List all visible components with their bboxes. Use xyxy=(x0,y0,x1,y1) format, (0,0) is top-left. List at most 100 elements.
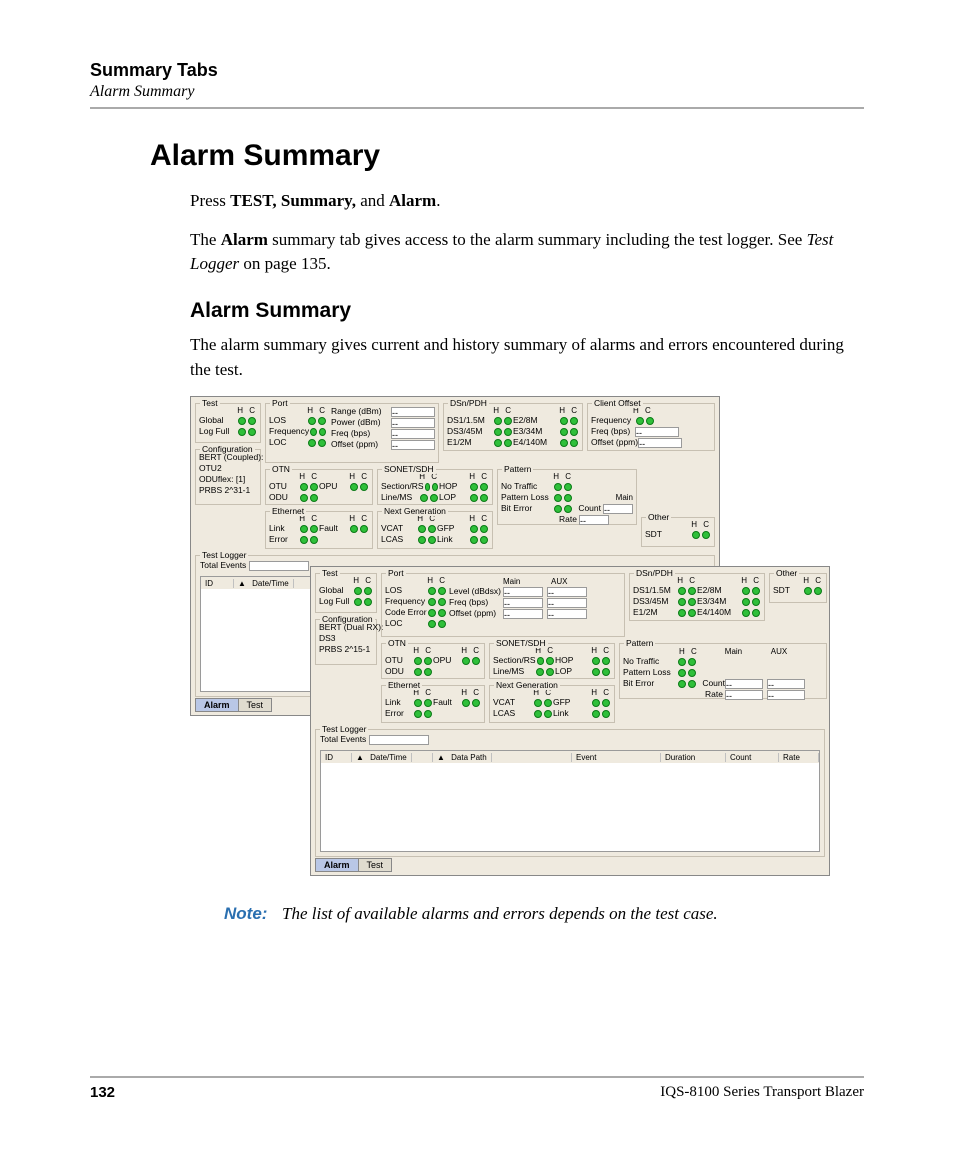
level-main-field[interactable]: -- xyxy=(503,587,543,597)
col-id-2[interactable]: ID xyxy=(321,753,352,762)
freq-field[interactable]: -- xyxy=(391,429,435,439)
led-icon xyxy=(310,525,318,533)
led-icon xyxy=(432,483,438,491)
led-icon xyxy=(480,536,488,544)
count-field[interactable]: -- xyxy=(603,504,633,514)
led-icon xyxy=(428,587,436,595)
total-events-field[interactable] xyxy=(249,561,309,571)
header-rule xyxy=(90,107,864,109)
led-icon xyxy=(318,439,326,447)
group-port-2: Port H C LOS Frequency Code Error LOC Ma… xyxy=(381,573,625,637)
led-icon xyxy=(418,525,426,533)
total-events-field-2[interactable] xyxy=(369,735,429,745)
col-id[interactable]: ID xyxy=(201,579,234,588)
led-icon xyxy=(752,609,760,617)
page-header: Summary Tabs Alarm Summary xyxy=(90,60,864,101)
led-icon xyxy=(364,598,372,606)
tab-alarm-2[interactable]: Alarm xyxy=(315,858,359,872)
tab-test-2[interactable]: Test xyxy=(358,858,393,872)
group-test-2: Test H C Global Log Full xyxy=(315,573,377,613)
group-dsnpdh-2: DSn/PDH H C DS1/1.5M DS3/45M E1/2M H C E… xyxy=(629,573,765,621)
led-icon xyxy=(472,657,480,665)
count-main-field[interactable]: -- xyxy=(725,679,763,689)
led-icon xyxy=(688,587,696,595)
group-port: Port H C LOS Frequency LOC Range (dBm)--… xyxy=(265,403,439,463)
header-chapter: Summary Tabs xyxy=(90,60,864,81)
led-icon xyxy=(546,668,554,676)
led-icon xyxy=(564,483,572,491)
alarm-window-2: Test H C Global Log Full Configuration B… xyxy=(310,566,830,876)
col-duration-2[interactable]: Duration xyxy=(661,753,726,762)
freq-main-field[interactable]: -- xyxy=(503,598,543,608)
group-other-2: Other H C SDT xyxy=(769,573,827,603)
rate-aux-field[interactable]: -- xyxy=(767,690,805,700)
col-datetime[interactable]: ▲ Date/Time xyxy=(234,579,313,588)
led-icon xyxy=(494,417,502,425)
offset-aux-field[interactable]: -- xyxy=(547,609,587,619)
group-configuration-2: Configuration BERT (Dual RX): DS3 PRBS 2… xyxy=(315,619,377,665)
led-icon xyxy=(592,657,600,665)
count-aux-field[interactable]: -- xyxy=(767,679,805,689)
led-icon xyxy=(494,428,502,436)
led-icon xyxy=(554,505,562,513)
group-client-offset: Client Offset H C Frequency Freq (bps)--… xyxy=(587,403,715,451)
tab-bar-1: Alarm Test xyxy=(195,698,271,712)
led-icon xyxy=(360,525,368,533)
led-icon xyxy=(300,525,308,533)
col-count-2[interactable]: Count xyxy=(726,753,779,762)
led-icon xyxy=(804,587,812,595)
level-aux-field[interactable]: -- xyxy=(547,587,587,597)
group-otn-2: OTN H C OTU ODU H C OPU xyxy=(381,643,485,679)
led-icon xyxy=(602,657,610,665)
note-label: Note: xyxy=(224,904,282,924)
led-icon xyxy=(308,417,316,425)
rate-field[interactable]: -- xyxy=(579,515,609,525)
power-field[interactable]: -- xyxy=(391,418,435,428)
freq-aux-field[interactable]: -- xyxy=(547,598,587,608)
range-field[interactable]: -- xyxy=(391,407,435,417)
col-rate-2[interactable]: Rate xyxy=(779,753,819,762)
led-icon xyxy=(300,494,308,502)
led-icon xyxy=(310,483,318,491)
led-icon xyxy=(742,587,750,595)
col-datetime-2[interactable]: ▲ Date/Time xyxy=(352,753,433,762)
led-icon xyxy=(537,657,545,665)
offset-ppm-field[interactable]: -- xyxy=(638,438,682,448)
led-icon xyxy=(238,428,246,436)
freq-bps-field[interactable]: -- xyxy=(635,427,679,437)
led-icon xyxy=(470,525,478,533)
led-icon xyxy=(438,598,446,606)
led-icon xyxy=(310,428,317,436)
test-logger-2: Test Logger Total Events ID ▲ Date/Time … xyxy=(315,729,825,857)
tab-test[interactable]: Test xyxy=(238,698,273,712)
led-icon xyxy=(438,587,446,595)
led-icon xyxy=(554,494,562,502)
group-ethernet-2: Ethernet H C Link Error H C Fault xyxy=(381,685,485,723)
led-icon xyxy=(554,483,562,491)
led-icon xyxy=(814,587,822,595)
screenshot-stack: Test H C Global Log Full Configuration B… xyxy=(190,396,830,886)
tab-alarm[interactable]: Alarm xyxy=(195,698,239,712)
group-pattern: Pattern H C No Traffic Pattern LossMain … xyxy=(497,469,637,525)
led-icon xyxy=(414,657,422,665)
offset-field[interactable]: -- xyxy=(391,440,435,450)
led-icon xyxy=(494,439,502,447)
group-dsnpdh: DSn/PDH H C DS1/1.5M DS3/45M E1/2M H C E… xyxy=(443,403,583,451)
led-icon xyxy=(420,494,428,502)
led-icon xyxy=(470,483,478,491)
offset-main-field[interactable]: -- xyxy=(503,609,543,619)
led-icon xyxy=(564,505,572,513)
led-icon xyxy=(310,536,318,544)
rate-main-field[interactable]: -- xyxy=(725,690,763,700)
led-icon xyxy=(678,598,686,606)
col-datapath-2[interactable]: ▲ Data Path xyxy=(433,753,572,762)
document-page: Summary Tabs Alarm Summary Alarm Summary… xyxy=(0,0,954,1159)
col-event-2[interactable]: Event xyxy=(572,753,661,762)
led-icon xyxy=(318,417,326,425)
led-icon xyxy=(319,428,326,436)
led-icon xyxy=(438,609,446,617)
led-icon xyxy=(360,483,368,491)
led-icon xyxy=(570,417,578,425)
group-nextgen: Next Generation H C VCAT LCAS H C GFP Li… xyxy=(377,511,493,549)
logger-grid-2[interactable]: ID ▲ Date/Time ▲ Data Path Event Duratio… xyxy=(320,750,820,852)
